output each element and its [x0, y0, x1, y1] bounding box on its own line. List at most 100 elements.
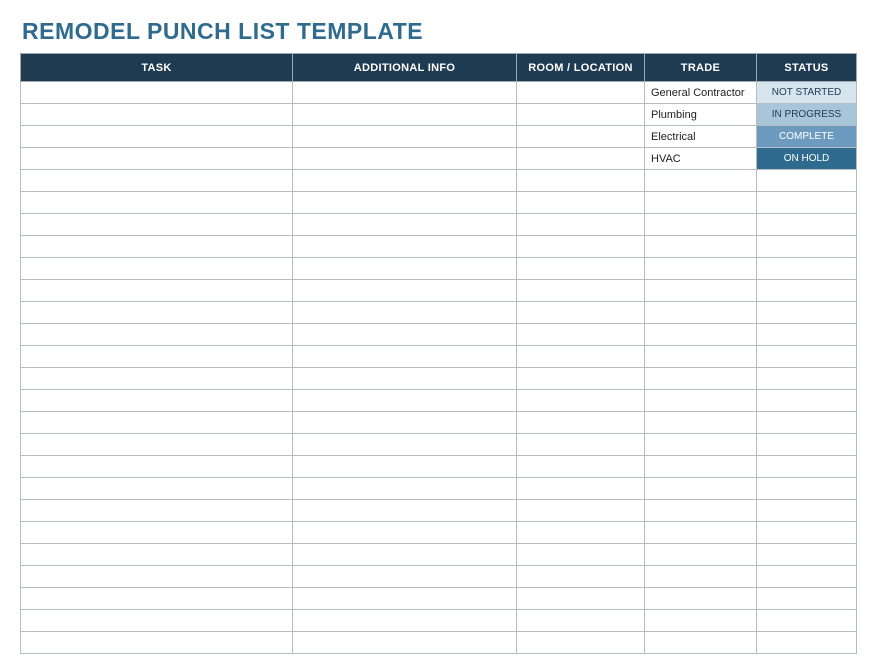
cell-room[interactable] [517, 566, 645, 588]
cell-info[interactable] [293, 126, 517, 148]
cell-info[interactable] [293, 148, 517, 170]
cell-task[interactable] [21, 588, 293, 610]
cell-trade[interactable] [645, 170, 757, 192]
cell-status[interactable]: ON HOLD [757, 148, 857, 170]
cell-task[interactable] [21, 258, 293, 280]
cell-task[interactable] [21, 82, 293, 104]
cell-info[interactable] [293, 434, 517, 456]
cell-task[interactable] [21, 368, 293, 390]
cell-info[interactable] [293, 588, 517, 610]
cell-room[interactable] [517, 588, 645, 610]
cell-room[interactable] [517, 192, 645, 214]
cell-room[interactable] [517, 478, 645, 500]
cell-status[interactable] [757, 170, 857, 192]
cell-task[interactable] [21, 214, 293, 236]
cell-room[interactable] [517, 544, 645, 566]
cell-trade[interactable]: Electrical [645, 126, 757, 148]
cell-task[interactable] [21, 390, 293, 412]
cell-status[interactable] [757, 280, 857, 302]
cell-trade[interactable] [645, 346, 757, 368]
cell-room[interactable] [517, 632, 645, 654]
cell-room[interactable] [517, 126, 645, 148]
cell-trade[interactable] [645, 632, 757, 654]
cell-task[interactable] [21, 192, 293, 214]
cell-task[interactable] [21, 302, 293, 324]
cell-task[interactable] [21, 148, 293, 170]
cell-info[interactable] [293, 170, 517, 192]
cell-info[interactable] [293, 412, 517, 434]
cell-status[interactable] [757, 456, 857, 478]
cell-status[interactable] [757, 566, 857, 588]
cell-info[interactable] [293, 258, 517, 280]
cell-task[interactable] [21, 544, 293, 566]
cell-trade[interactable] [645, 566, 757, 588]
cell-info[interactable] [293, 302, 517, 324]
cell-info[interactable] [293, 346, 517, 368]
cell-info[interactable] [293, 236, 517, 258]
cell-task[interactable] [21, 170, 293, 192]
cell-info[interactable] [293, 632, 517, 654]
cell-status[interactable]: COMPLETE [757, 126, 857, 148]
cell-status[interactable] [757, 192, 857, 214]
cell-info[interactable] [293, 500, 517, 522]
cell-status[interactable] [757, 214, 857, 236]
cell-room[interactable] [517, 214, 645, 236]
cell-trade[interactable] [645, 390, 757, 412]
cell-status[interactable] [757, 324, 857, 346]
cell-trade[interactable] [645, 412, 757, 434]
cell-room[interactable] [517, 236, 645, 258]
cell-room[interactable] [517, 412, 645, 434]
cell-room[interactable] [517, 456, 645, 478]
cell-trade[interactable] [645, 522, 757, 544]
cell-trade[interactable] [645, 610, 757, 632]
cell-status[interactable]: NOT STARTED [757, 82, 857, 104]
cell-status[interactable] [757, 632, 857, 654]
cell-task[interactable] [21, 104, 293, 126]
cell-room[interactable] [517, 368, 645, 390]
cell-room[interactable] [517, 82, 645, 104]
cell-info[interactable] [293, 280, 517, 302]
cell-task[interactable] [21, 632, 293, 654]
cell-task[interactable] [21, 412, 293, 434]
cell-trade[interactable] [645, 236, 757, 258]
cell-room[interactable] [517, 280, 645, 302]
cell-status[interactable] [757, 236, 857, 258]
cell-room[interactable] [517, 390, 645, 412]
cell-status[interactable] [757, 500, 857, 522]
cell-info[interactable] [293, 368, 517, 390]
cell-status[interactable] [757, 478, 857, 500]
cell-info[interactable] [293, 522, 517, 544]
cell-task[interactable] [21, 324, 293, 346]
cell-info[interactable] [293, 104, 517, 126]
cell-status[interactable]: IN PROGRESS [757, 104, 857, 126]
cell-info[interactable] [293, 214, 517, 236]
cell-info[interactable] [293, 610, 517, 632]
cell-task[interactable] [21, 500, 293, 522]
cell-task[interactable] [21, 566, 293, 588]
cell-task[interactable] [21, 478, 293, 500]
cell-status[interactable] [757, 588, 857, 610]
cell-task[interactable] [21, 280, 293, 302]
cell-status[interactable] [757, 390, 857, 412]
cell-trade[interactable] [645, 544, 757, 566]
cell-trade[interactable] [645, 368, 757, 390]
cell-trade[interactable] [645, 280, 757, 302]
cell-task[interactable] [21, 236, 293, 258]
cell-trade[interactable] [645, 478, 757, 500]
cell-info[interactable] [293, 478, 517, 500]
cell-status[interactable] [757, 544, 857, 566]
cell-room[interactable] [517, 104, 645, 126]
cell-trade[interactable] [645, 500, 757, 522]
cell-trade[interactable] [645, 302, 757, 324]
cell-room[interactable] [517, 434, 645, 456]
cell-status[interactable] [757, 258, 857, 280]
cell-task[interactable] [21, 126, 293, 148]
cell-status[interactable] [757, 412, 857, 434]
cell-info[interactable] [293, 566, 517, 588]
cell-status[interactable] [757, 434, 857, 456]
cell-trade[interactable]: HVAC [645, 148, 757, 170]
cell-status[interactable] [757, 368, 857, 390]
cell-status[interactable] [757, 346, 857, 368]
cell-status[interactable] [757, 302, 857, 324]
cell-room[interactable] [517, 610, 645, 632]
